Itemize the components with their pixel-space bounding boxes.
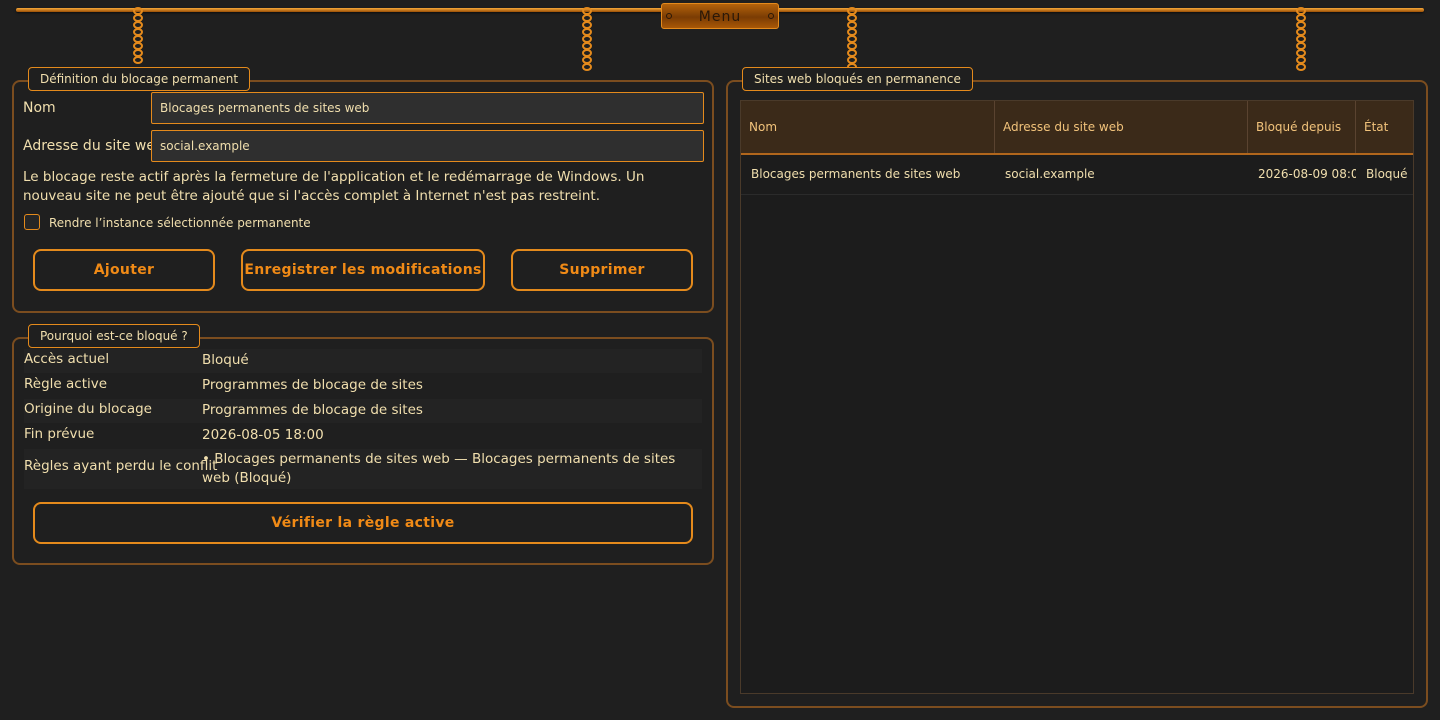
info-key: Accès actuel <box>24 351 110 367</box>
blocked-sites-panel-title: Sites web bloqués en permanence <box>742 67 973 91</box>
info-key: Fin prévue <box>24 426 95 442</box>
chain-decoration <box>581 7 593 71</box>
column-header-address[interactable]: Adresse du site web <box>995 101 1248 153</box>
table-cell-name: Blocages permanents de sites web <box>751 167 961 181</box>
permanent-checkbox-label: Rendre l’instance sélectionnée permanent… <box>49 216 311 230</box>
row-divider <box>741 194 1413 195</box>
permanent-checkbox[interactable] <box>24 214 40 230</box>
add-button[interactable]: Ajouter <box>33 249 215 291</box>
menu-button-label: Menu <box>698 9 742 25</box>
name-input[interactable] <box>151 92 704 124</box>
blocked-sites-panel: Sites web bloqués en permanence Nom Adre… <box>726 67 1428 708</box>
info-key: Règles ayant perdu le conflit <box>24 458 218 474</box>
column-header-name[interactable]: Nom <box>741 101 995 153</box>
verify-active-rule-button[interactable]: Vérifier la règle active <box>33 502 693 544</box>
why-blocked-panel: Pourquoi est-ce bloqué ? Accès actuel Bl… <box>12 324 714 565</box>
info-value: 2026-08-05 18:00 <box>202 427 324 443</box>
table-header: Nom Adresse du site web Bloqué depuis Ét… <box>741 101 1413 155</box>
delete-button[interactable]: Supprimer <box>511 249 693 291</box>
persistence-note: Le blocage reste actif après la fermetur… <box>23 169 645 204</box>
chain-decoration <box>1295 7 1307 71</box>
address-input[interactable] <box>151 130 704 162</box>
column-header-state[interactable]: État <box>1356 101 1414 153</box>
chain-decoration <box>846 7 858 71</box>
info-row <box>24 349 702 373</box>
blocked-sites-table: Nom Adresse du site web Bloqué depuis Ét… <box>740 100 1414 694</box>
save-changes-button[interactable]: Enregistrer les modifications <box>241 249 485 291</box>
rivet-icon <box>666 13 672 19</box>
info-key: Règle active <box>24 376 108 392</box>
address-label: Adresse du site web <box>23 138 164 154</box>
info-value: Programmes de blocage de sites <box>202 402 423 418</box>
table-cell-blocked-since: 2026-08-09 08:00 <box>1258 167 1356 181</box>
why-blocked-panel-title: Pourquoi est-ce bloqué ? <box>28 324 200 348</box>
table-cell-address: social.example <box>1005 167 1095 181</box>
menu-button[interactable]: Menu <box>661 3 779 29</box>
table-cell-state: Bloqué <box>1366 167 1408 181</box>
info-value: Bloqué <box>202 352 249 368</box>
chain-decoration <box>132 7 144 64</box>
info-value: • Blocages permanents de sites web — Blo… <box>202 451 676 486</box>
column-header-blocked-since[interactable]: Bloqué depuis <box>1248 101 1356 153</box>
info-value: Programmes de blocage de sites <box>202 377 423 393</box>
name-label: Nom <box>23 100 56 116</box>
definition-panel: Définition du blocage permanent Nom Adre… <box>12 67 714 313</box>
info-key: Origine du blocage <box>24 401 152 417</box>
rivet-icon <box>768 13 774 19</box>
definition-panel-title: Définition du blocage permanent <box>28 67 251 91</box>
